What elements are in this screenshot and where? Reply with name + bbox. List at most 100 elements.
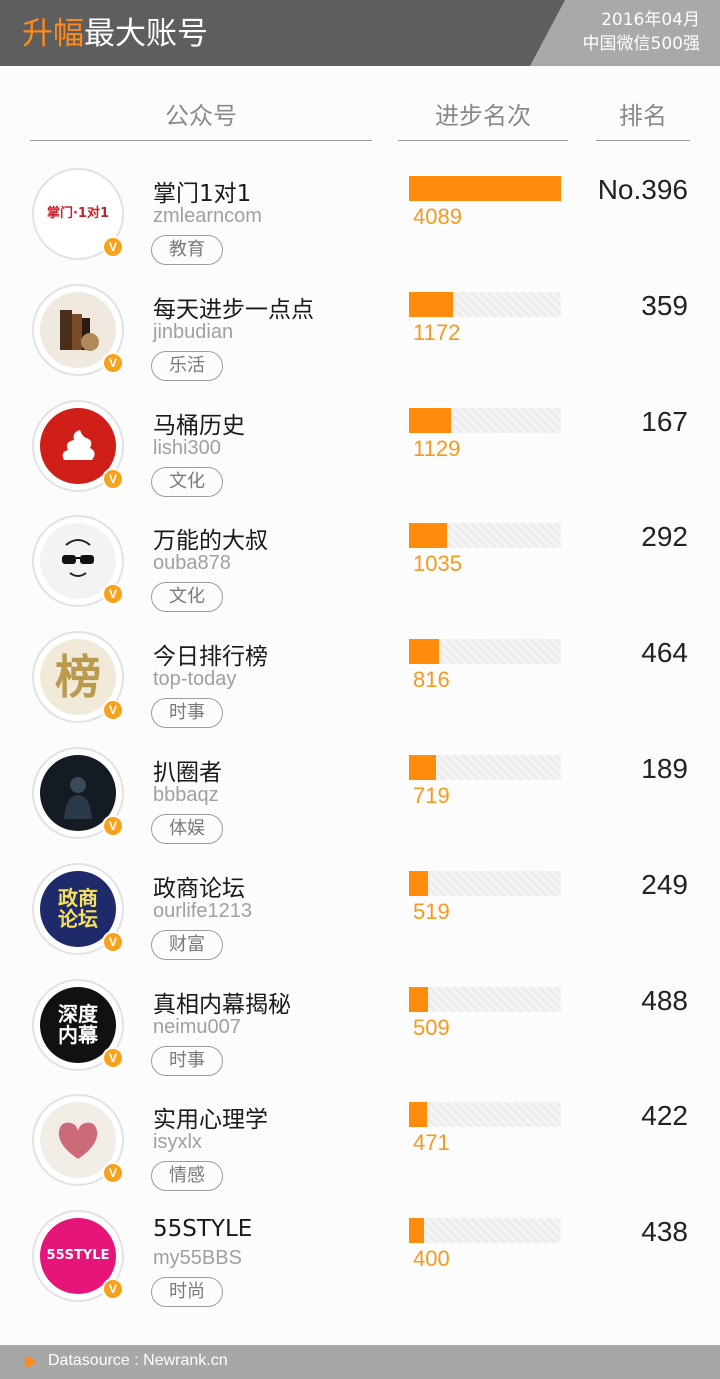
progress-bar-fill — [409, 291, 453, 317]
rank-value: No.396 — [597, 174, 688, 205]
list-item[interactable]: V 马桶历史 lishi300 文化 1129 167 — [0, 399, 720, 516]
rank-value: 249 — [641, 868, 688, 900]
account-handle: ouba878 — [153, 552, 231, 575]
verified-badge-icon: V — [102, 236, 124, 258]
progress-value: 1172 — [413, 319, 461, 345]
progress-bar-fill — [409, 523, 447, 549]
account-handle: jinbudian — [153, 320, 234, 343]
progress-bar-track — [409, 755, 561, 780]
category-tag[interactable]: 时尚 — [151, 1277, 223, 1308]
category-tag[interactable]: 时事 — [151, 1045, 223, 1076]
list-item[interactable]: V 万能的大叔 ouba878 文化 1035 292 — [0, 515, 720, 631]
avatar[interactable]: 55STYLE V — [32, 1210, 124, 1303]
category-tag[interactable]: 时事 — [151, 698, 223, 729]
verified-badge-icon: V — [102, 1046, 124, 1069]
rank-value: 464 — [641, 637, 688, 669]
avatar-text: 榜 — [55, 650, 101, 705]
progress-bar-track — [409, 639, 561, 665]
account-handle: isyxlx — [153, 1131, 202, 1154]
verified-badge-icon: V — [102, 1162, 124, 1185]
rank-value: 189 — [641, 753, 688, 784]
rank-value: 488 — [641, 984, 688, 1016]
avatar[interactable]: V — [32, 515, 124, 608]
account-handle: ourlife1213 — [153, 899, 252, 922]
category-tag[interactable]: 文化 — [151, 466, 223, 497]
progress-bar-fill — [409, 176, 561, 201]
rank-value: 422 — [641, 1100, 688, 1132]
progress-bar-track — [409, 1102, 561, 1128]
list-item[interactable]: 55STYLE V 55STYLE my55BBS 时尚 400 438 — [0, 1210, 720, 1326]
progress-value: 400 — [413, 1246, 450, 1272]
list-item[interactable]: V 每天进步一点点 jinbudian 乐活 1172 359 — [0, 283, 720, 400]
rank-value: 292 — [641, 521, 688, 553]
progress-bar-fill — [409, 870, 428, 896]
progress-value: 509 — [413, 1014, 450, 1040]
rank-value: 438 — [641, 1216, 688, 1248]
verified-badge-icon: V — [102, 930, 124, 953]
header-meta: 2016年04月 中国微信500强 — [583, 8, 700, 56]
column-header-account: 公众号 — [165, 102, 237, 130]
account-name[interactable]: 真相内幕揭秘 — [153, 985, 291, 1019]
list-item[interactable]: V 实用心理学 isyxlx 情感 471 422 — [0, 1094, 720, 1210]
column-divider-rank — [596, 140, 690, 141]
category-tag[interactable]: 教育 — [151, 235, 223, 265]
column-divider-progress — [398, 140, 568, 141]
account-handle: my55BBS — [153, 1247, 242, 1270]
header-bar: 升幅最大账号 2016年04月 中国微信500强 — [0, 0, 720, 66]
column-header-rank: 排名 — [619, 102, 667, 130]
progress-value: 719 — [413, 783, 450, 808]
account-handle: zmlearncom — [153, 205, 262, 227]
avatar[interactable]: 深度内幕 V — [32, 978, 124, 1071]
avatar[interactable]: V — [32, 747, 124, 839]
account-name[interactable]: 扒圈者 — [153, 753, 222, 787]
account-name[interactable]: 掌门1对1 — [153, 174, 251, 208]
progress-bar-track — [409, 523, 561, 549]
progress-value: 816 — [413, 667, 450, 693]
progress-bar-track — [409, 870, 561, 896]
list-item[interactable]: V 扒圈者 bbbaqz 体娱 719 189 — [0, 747, 720, 863]
progress-bar-track — [409, 986, 561, 1012]
avatar-text: 政商论坛 — [58, 885, 98, 931]
progress-bar-fill — [409, 407, 451, 433]
report-date: 2016年04月 — [601, 10, 700, 30]
progress-bar-fill — [409, 986, 428, 1012]
avatar[interactable]: V — [32, 1094, 124, 1187]
list-item[interactable]: 深度内幕 V 真相内幕揭秘 neimu007 时事 509 488 — [0, 978, 720, 1095]
account-name[interactable]: 今日排行榜 — [153, 637, 268, 671]
account-name[interactable]: 马桶历史 — [153, 406, 245, 440]
avatar[interactable]: V — [32, 399, 124, 492]
account-handle: top-today — [153, 668, 237, 691]
title-accent: 升幅 — [22, 16, 84, 52]
avatar[interactable]: 政商论坛 V — [32, 862, 124, 955]
account-name[interactable]: 每天进步一点点 — [153, 290, 314, 324]
category-tag[interactable]: 情感 — [151, 1161, 223, 1192]
progress-bar-track — [409, 291, 561, 317]
progress-bar-fill — [409, 639, 439, 665]
category-tag[interactable]: 乐活 — [151, 350, 223, 381]
account-name[interactable]: 万能的大叔 — [153, 521, 268, 555]
avatar[interactable]: 榜V — [32, 631, 124, 724]
list-item[interactable]: 掌门·1对1 V 掌门1对1 zmlearncom 教育 4089 No.396 — [0, 168, 720, 284]
progress-bar-fill — [409, 755, 436, 780]
account-name[interactable]: 55STYLE — [153, 1216, 252, 1242]
verified-badge-icon: V — [102, 815, 124, 837]
account-name[interactable]: 政商论坛 — [153, 869, 245, 903]
avatar[interactable]: 掌门·1对1 V — [32, 168, 124, 260]
verified-badge-icon: V — [102, 699, 124, 722]
avatar-text: 55STYLE — [46, 1248, 110, 1264]
progress-value: 4089 — [413, 204, 462, 229]
account-name[interactable]: 实用心理学 — [153, 1100, 268, 1134]
progress-bar-track — [409, 1218, 561, 1244]
play-arrow-icon — [25, 1355, 37, 1369]
progress-value: 519 — [413, 898, 450, 924]
list-item[interactable]: 政商论坛 V 政商论坛 ourlife1213 财富 519 249 — [0, 862, 720, 979]
avatar[interactable]: V — [32, 283, 124, 376]
category-tag[interactable]: 文化 — [151, 582, 223, 613]
category-tag[interactable]: 财富 — [151, 929, 223, 960]
column-header-progress: 进步名次 — [435, 102, 531, 130]
progress-bar-fill — [409, 1218, 424, 1244]
list-item[interactable]: 榜 V 今日排行榜 top-today 时事 816 464 — [0, 631, 720, 747]
progress-bar-track — [409, 407, 561, 433]
category-tag[interactable]: 体娱 — [151, 814, 223, 844]
progress-value: 1035 — [413, 551, 462, 577]
